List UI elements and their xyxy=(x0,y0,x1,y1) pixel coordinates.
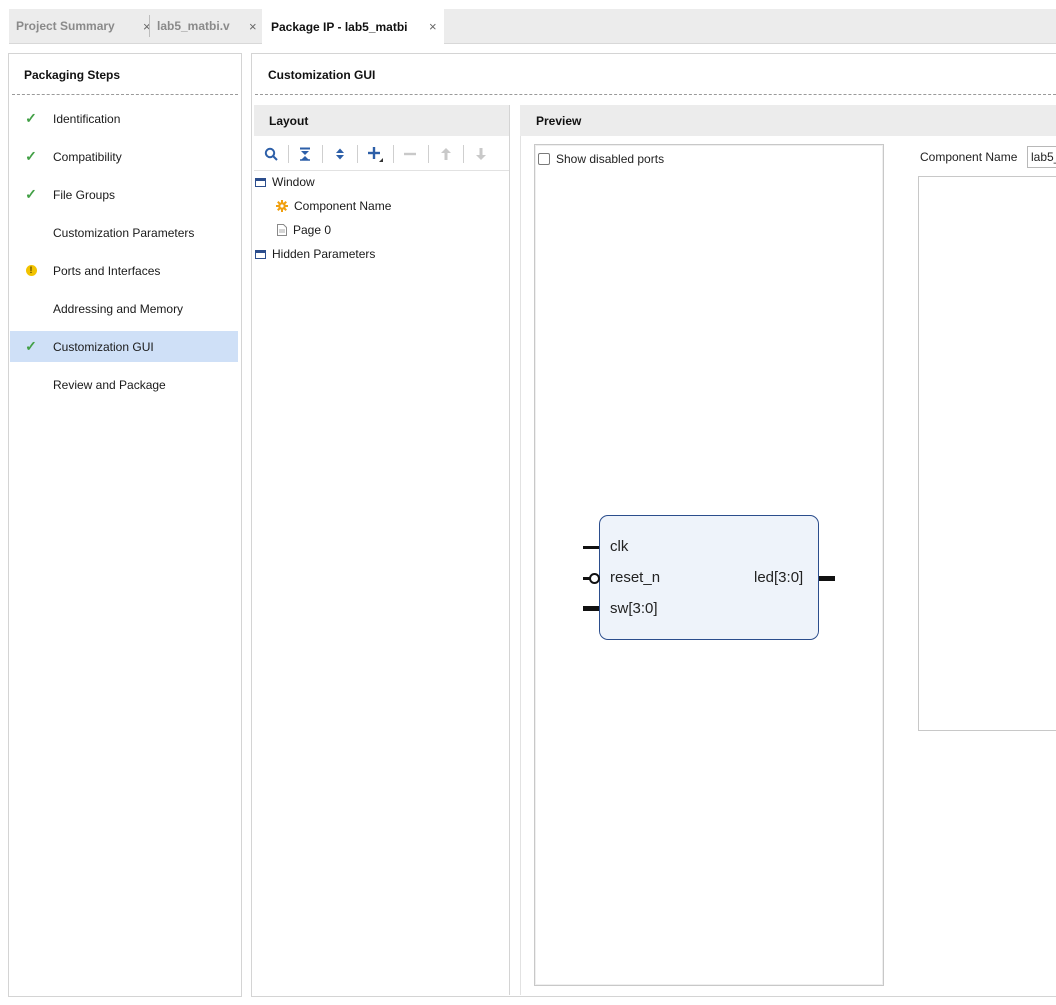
step-label: Identification xyxy=(53,111,121,126)
tree-item-label: Component Name xyxy=(294,199,392,213)
tree-item-label: Page 0 xyxy=(293,223,332,237)
preview-header: Preview xyxy=(520,105,1056,136)
show-disabled-ports-checkbox[interactable]: Show disabled ports xyxy=(538,152,664,166)
component-name-label: Component Name xyxy=(920,150,1018,164)
step-label: Customization GUI xyxy=(53,339,154,354)
tree-item-label: Hidden Parameters xyxy=(272,247,376,261)
warning-icon: ! xyxy=(24,264,38,278)
packaging-steps-title: Packaging Steps xyxy=(24,68,121,82)
step-item[interactable]: Customization Parameters xyxy=(10,217,238,248)
move-down-icon[interactable] xyxy=(472,145,490,163)
tree-item-page-0[interactable]: Page 0 xyxy=(277,223,331,237)
warning-glyph: ! xyxy=(25,265,37,276)
port-pin-led xyxy=(819,576,835,581)
step-label: Customization Parameters xyxy=(53,225,195,240)
tab-package-ip[interactable]: Package IP - lab5_matbi × xyxy=(262,9,444,44)
port-label-reset-n: reset_n xyxy=(610,569,661,586)
step-item[interactable]: ✓ Compatibility xyxy=(10,141,238,172)
divider xyxy=(254,170,509,171)
step-item[interactable]: ✓ Customization GUI xyxy=(10,331,238,362)
divider xyxy=(255,94,1056,95)
toolbar-divider xyxy=(393,145,394,163)
tree-item-component-name[interactable]: Component Name xyxy=(276,199,391,213)
tree-item-window[interactable]: Window xyxy=(255,175,315,189)
tab-divider xyxy=(149,15,150,37)
check-icon: ✓ xyxy=(24,110,38,126)
layout-title: Layout xyxy=(269,113,309,128)
tab-label: lab5_matbi.v xyxy=(157,19,230,33)
window-icon xyxy=(255,177,266,187)
check-glyph: ✓ xyxy=(25,338,37,354)
toolbar-divider xyxy=(428,145,429,163)
remove-icon[interactable] xyxy=(401,145,419,163)
inverted-pin-bubble xyxy=(589,573,600,584)
editor-tab-bar: Project Summary × lab5_matbi.v × Package… xyxy=(9,9,1056,44)
expand-all-icon[interactable] xyxy=(331,145,349,163)
search-icon[interactable] xyxy=(262,145,280,163)
tree-item-hidden-parameters[interactable]: Hidden Parameters xyxy=(255,247,375,261)
check-icon: ✓ xyxy=(24,186,38,202)
tree-item-label: Window xyxy=(272,175,315,189)
tab-project-summary[interactable]: Project Summary × xyxy=(16,9,151,43)
check-icon: ✓ xyxy=(24,338,38,354)
gear-icon xyxy=(276,200,288,212)
tab-lab5-matbi-v[interactable]: lab5_matbi.v × xyxy=(157,9,257,43)
close-icon[interactable]: × xyxy=(429,19,437,34)
port-label-sw: sw[3:0] xyxy=(610,600,658,617)
step-item[interactable]: ✓ Identification xyxy=(10,103,238,134)
port-label-clk: clk xyxy=(610,538,629,555)
toolbar-divider xyxy=(463,145,464,163)
add-icon[interactable] xyxy=(366,145,384,163)
page-preview-area xyxy=(918,176,1056,731)
divider xyxy=(12,94,238,95)
tab-label: Project Summary xyxy=(16,19,115,33)
check-glyph: ✓ xyxy=(25,148,37,164)
page-title: Customization GUI xyxy=(268,68,376,82)
step-item[interactable]: ✓ File Groups xyxy=(10,179,238,210)
checkbox-label: Show disabled ports xyxy=(556,152,665,166)
component-name-input[interactable]: lab5_ xyxy=(1027,146,1056,168)
page-icon xyxy=(277,224,287,236)
port-pin-clk xyxy=(583,546,599,549)
divider xyxy=(520,136,521,995)
step-label: File Groups xyxy=(53,187,116,202)
splitter[interactable] xyxy=(509,105,510,995)
collapse-all-icon[interactable] xyxy=(296,145,314,163)
step-item[interactable]: Addressing and Memory xyxy=(10,293,238,324)
toolbar-divider xyxy=(322,145,323,163)
step-label: Addressing and Memory xyxy=(53,301,184,316)
step-item[interactable]: ! Ports and Interfaces xyxy=(10,255,238,286)
window-icon xyxy=(255,249,266,259)
step-label: Review and Package xyxy=(53,377,166,392)
step-label: Compatibility xyxy=(53,149,122,164)
close-icon[interactable]: × xyxy=(249,19,257,34)
toolbar-divider xyxy=(288,145,289,163)
port-pin-sw xyxy=(583,606,599,611)
move-up-icon[interactable] xyxy=(437,145,455,163)
toolbar-divider xyxy=(357,145,358,163)
checkbox-box[interactable] xyxy=(538,153,550,165)
check-glyph: ✓ xyxy=(25,186,37,202)
step-label: Ports and Interfaces xyxy=(53,263,161,278)
check-glyph: ✓ xyxy=(25,110,37,126)
tab-label: Package IP - lab5_matbi xyxy=(271,19,408,34)
port-label-led: led[3:0] xyxy=(754,569,804,586)
layout-header: Layout xyxy=(254,105,509,136)
step-item[interactable]: Review and Package xyxy=(10,369,238,400)
preview-title: Preview xyxy=(536,113,582,128)
check-icon: ✓ xyxy=(24,148,38,164)
